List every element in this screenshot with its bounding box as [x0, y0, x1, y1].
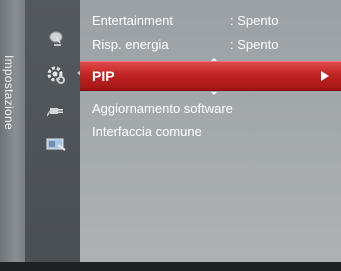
menu-item-label: Entertainment [92, 13, 173, 28]
menu-item-label: Risp. energia [92, 37, 169, 52]
menu-item-pip[interactable]: PIP [80, 61, 341, 91]
menu-item-software-update[interactable]: Aggiornamento software [80, 98, 341, 120]
sidebar-title: Impostazione [2, 55, 16, 130]
submenu-arrow-icon [321, 71, 329, 81]
satellite-dish-icon[interactable] [45, 27, 67, 49]
scroll-down-indicator [211, 92, 217, 95]
menu-item-label: PIP [92, 68, 115, 84]
gear-settings-icon[interactable] [45, 64, 67, 86]
menu-item-energy-saving[interactable]: Risp. energia : Spento [80, 34, 341, 56]
settings-sidebar: Impostazione [0, 0, 25, 271]
input-plug-icon[interactable] [45, 100, 67, 122]
menu-item-label: Aggiornamento software [92, 101, 233, 116]
menu-item-label: Interfaccia comune [92, 124, 202, 139]
settings-menu-panel: Entertainment : Spento Risp. energia : S… [80, 0, 341, 271]
menu-item-entertainment[interactable]: Entertainment : Spento [80, 10, 341, 32]
bottom-bar [0, 262, 341, 271]
menu-item-value: : Spento [230, 37, 279, 52]
category-icon-column [25, 0, 80, 271]
menu-item-common-interface[interactable]: Interfaccia comune [80, 121, 341, 143]
support-tools-icon[interactable] [45, 133, 67, 155]
menu-item-value: : Spento [230, 13, 279, 28]
